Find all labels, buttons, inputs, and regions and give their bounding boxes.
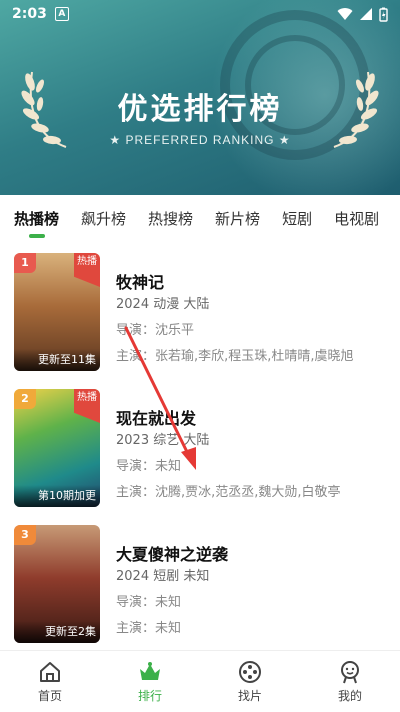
tab-hot-play[interactable]: 热播榜 xyxy=(14,208,59,229)
nav-ranking-label: 排行 xyxy=(137,689,162,703)
poster-image[interactable]: 2 热播 第10期加更 xyxy=(14,389,100,507)
hero-subtitle: ★ PREFERRED RANKING ★ xyxy=(109,133,291,147)
tab-tv-series[interactable]: 电视剧 xyxy=(334,208,379,229)
nav-find[interactable]: 找片 xyxy=(200,651,300,712)
item-director: 导演：未知 xyxy=(116,595,182,610)
tab-new[interactable]: 新片榜 xyxy=(215,208,260,229)
tab-hot-search[interactable]: 热搜榜 xyxy=(148,208,193,229)
tab-rising[interactable]: 飙升榜 xyxy=(81,208,126,229)
item-cast: 主演：张若瑜,李欣,程玉珠,杜晴晴,虞晓旭 xyxy=(116,349,354,364)
item-cast: 主演：未知 xyxy=(116,621,182,636)
update-label: 更新至2集 xyxy=(14,621,100,643)
nav-find-label: 找片 xyxy=(237,689,262,703)
tab-short-drama[interactable]: 短剧 xyxy=(282,208,312,229)
poster-image[interactable]: 3 更新至2集 xyxy=(14,525,100,643)
list-item[interactable]: 1 热播 更新至11集 牧神记 2024 动漫 大陆 导演：沈乐平 主演：张若瑜… xyxy=(0,245,400,371)
item-meta: 2024 动漫 大陆 xyxy=(116,297,210,312)
bottom-nav: 首页 排行 找片 我的 xyxy=(0,650,400,712)
battery-icon xyxy=(379,7,388,22)
nav-home[interactable]: 首页 xyxy=(0,651,100,712)
home-icon xyxy=(40,662,60,682)
nav-home-label: 首页 xyxy=(37,689,62,703)
update-label: 更新至11集 xyxy=(14,349,100,371)
hero-banner: 2:03 A 优选排行榜 ★ PREFERRED RANKING ★ xyxy=(0,0,400,195)
item-title[interactable]: 大夏傻神之逆袭 xyxy=(116,541,386,564)
wifi-icon xyxy=(337,8,353,20)
update-label: 第10期加更 xyxy=(14,485,100,507)
list-item[interactable]: 2 热播 第10期加更 现在就出发 2023 综艺 大陆 导演：未知 主演：沈腾… xyxy=(0,381,400,507)
list-item[interactable]: 3 更新至2集 大夏傻神之逆袭 2024 短剧 未知 导演：未知 主演：未知 xyxy=(0,517,400,643)
rank-badge: 2 xyxy=(14,389,36,409)
rank-badge: 3 xyxy=(14,525,36,545)
item-title[interactable]: 牧神记 xyxy=(116,269,386,292)
status-time: 2:03 xyxy=(12,6,47,22)
hero-title: 优选排行榜 xyxy=(117,92,283,127)
star-icon: ★ xyxy=(109,133,122,147)
item-cast: 主演：沈腾,贾冰,范丞丞,魏大勋,白敬亭 xyxy=(116,485,341,500)
nav-ranking[interactable]: 排行 xyxy=(100,651,200,712)
item-meta: 2023 综艺 大陆 xyxy=(116,433,210,448)
hot-badge: 热播 xyxy=(74,253,100,287)
item-meta: 2024 短剧 未知 xyxy=(116,569,210,584)
item-director: 导演：未知 xyxy=(116,459,182,474)
star-icon: ★ xyxy=(278,133,291,147)
hot-badge: 热播 xyxy=(74,389,100,423)
nav-profile-label: 我的 xyxy=(337,689,362,703)
profile-icon xyxy=(341,661,359,684)
item-director: 导演：沈乐平 xyxy=(116,323,195,338)
ranking-tabs: 热播榜 飙升榜 热搜榜 新片榜 短剧 电视剧 xyxy=(0,195,400,241)
notification-icon: A xyxy=(54,7,69,21)
film-reel-icon xyxy=(239,661,261,683)
poster-image[interactable]: 1 热播 更新至11集 xyxy=(14,253,100,371)
signal-icon xyxy=(360,8,372,20)
item-title[interactable]: 现在就出发 xyxy=(116,405,386,428)
ranking-crown-icon xyxy=(140,662,160,680)
status-bar: 2:03 A xyxy=(0,0,400,28)
nav-profile[interactable]: 我的 xyxy=(300,651,400,712)
rank-badge: 1 xyxy=(14,253,36,273)
